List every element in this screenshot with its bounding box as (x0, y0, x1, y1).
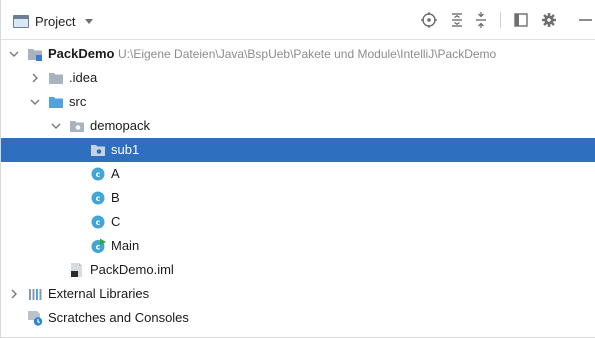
package-icon (91, 145, 105, 156)
tree-item-scratches[interactable]: Scratches and Consoles (1, 306, 595, 330)
tree-item-label: sub1 (111, 142, 140, 157)
tree-item-label: Main (111, 238, 140, 253)
class-icon: c (91, 167, 105, 181)
chevron-down-icon[interactable] (9, 49, 19, 59)
collapse-all-icon[interactable] (471, 10, 491, 30)
chevron-right-icon[interactable] (9, 289, 19, 299)
libraries-icon (29, 289, 42, 300)
tree-item-sub1[interactable]: sub1 (1, 138, 595, 162)
svg-text:c: c (96, 194, 101, 203)
folder-icon (49, 73, 63, 84)
package-icon (70, 121, 84, 132)
tree-item-packdemo[interactable]: PackDemo U:\Eigene Dateien\Java\BspUeb\P… (1, 42, 595, 66)
svg-text:c: c (96, 170, 101, 179)
class-icon: c (91, 191, 105, 205)
tree-item-class-b[interactable]: c B (1, 186, 595, 210)
iml-file-icon (71, 263, 82, 277)
project-view-label: Project (35, 13, 76, 29)
tree-item-label: .idea (69, 70, 98, 85)
expand-all-icon[interactable] (447, 10, 467, 30)
source-folder-icon (49, 97, 63, 108)
gear-icon[interactable] (539, 10, 559, 30)
tree-item-label: A (111, 166, 120, 181)
module-folder-icon (28, 49, 42, 61)
tree-item-class-c[interactable]: c C (1, 210, 595, 234)
tree-item-idea[interactable]: .idea (1, 66, 595, 90)
tree-item-label: B (111, 190, 120, 205)
tree-item-demopack[interactable]: demopack (1, 114, 595, 138)
project-view-selector[interactable]: Project (13, 11, 94, 31)
tree-item-src[interactable]: src (1, 90, 595, 114)
tree-item-external-libraries[interactable]: External Libraries (1, 282, 595, 306)
chevron-down-icon[interactable] (30, 97, 40, 107)
tree-item-label: PackDemo (48, 46, 115, 61)
chevron-down-icon[interactable] (51, 121, 61, 131)
tree-item-label: External Libraries (48, 286, 150, 301)
chevron-right-icon[interactable] (30, 73, 40, 83)
chevron-down-icon[interactable] (85, 18, 94, 24)
tree-item-label: C (111, 214, 121, 229)
locate-icon[interactable] (419, 10, 439, 30)
tree-item-label: PackDemo.iml (90, 262, 174, 277)
tree-item-iml[interactable]: PackDemo.iml (1, 258, 595, 282)
split-view-icon[interactable] (511, 10, 531, 30)
project-view-icon (13, 14, 29, 28)
tree-item-class-a[interactable]: c A (1, 162, 595, 186)
scratches-icon (28, 311, 43, 326)
tree-item-label: src (69, 94, 87, 109)
tree-item-label: Scratches and Consoles (48, 310, 189, 325)
project-tool-window: Project PackDemo U:\Eigene Dateien\Java\… (0, 0, 595, 338)
toolbar-divider (500, 12, 501, 28)
module-path: U:\Eigene Dateien\Java\BspUeb\Pakete und… (118, 47, 497, 61)
class-icon: c (91, 215, 105, 229)
tree-item-main[interactable]: c Main (1, 234, 595, 258)
minimize-icon[interactable] (576, 10, 595, 30)
tool-window-header: Project (1, 0, 595, 40)
main-class-icon: c (91, 238, 106, 253)
svg-text:c: c (96, 218, 101, 227)
tree-item-label: demopack (90, 118, 150, 133)
svg-text:c: c (96, 243, 101, 252)
